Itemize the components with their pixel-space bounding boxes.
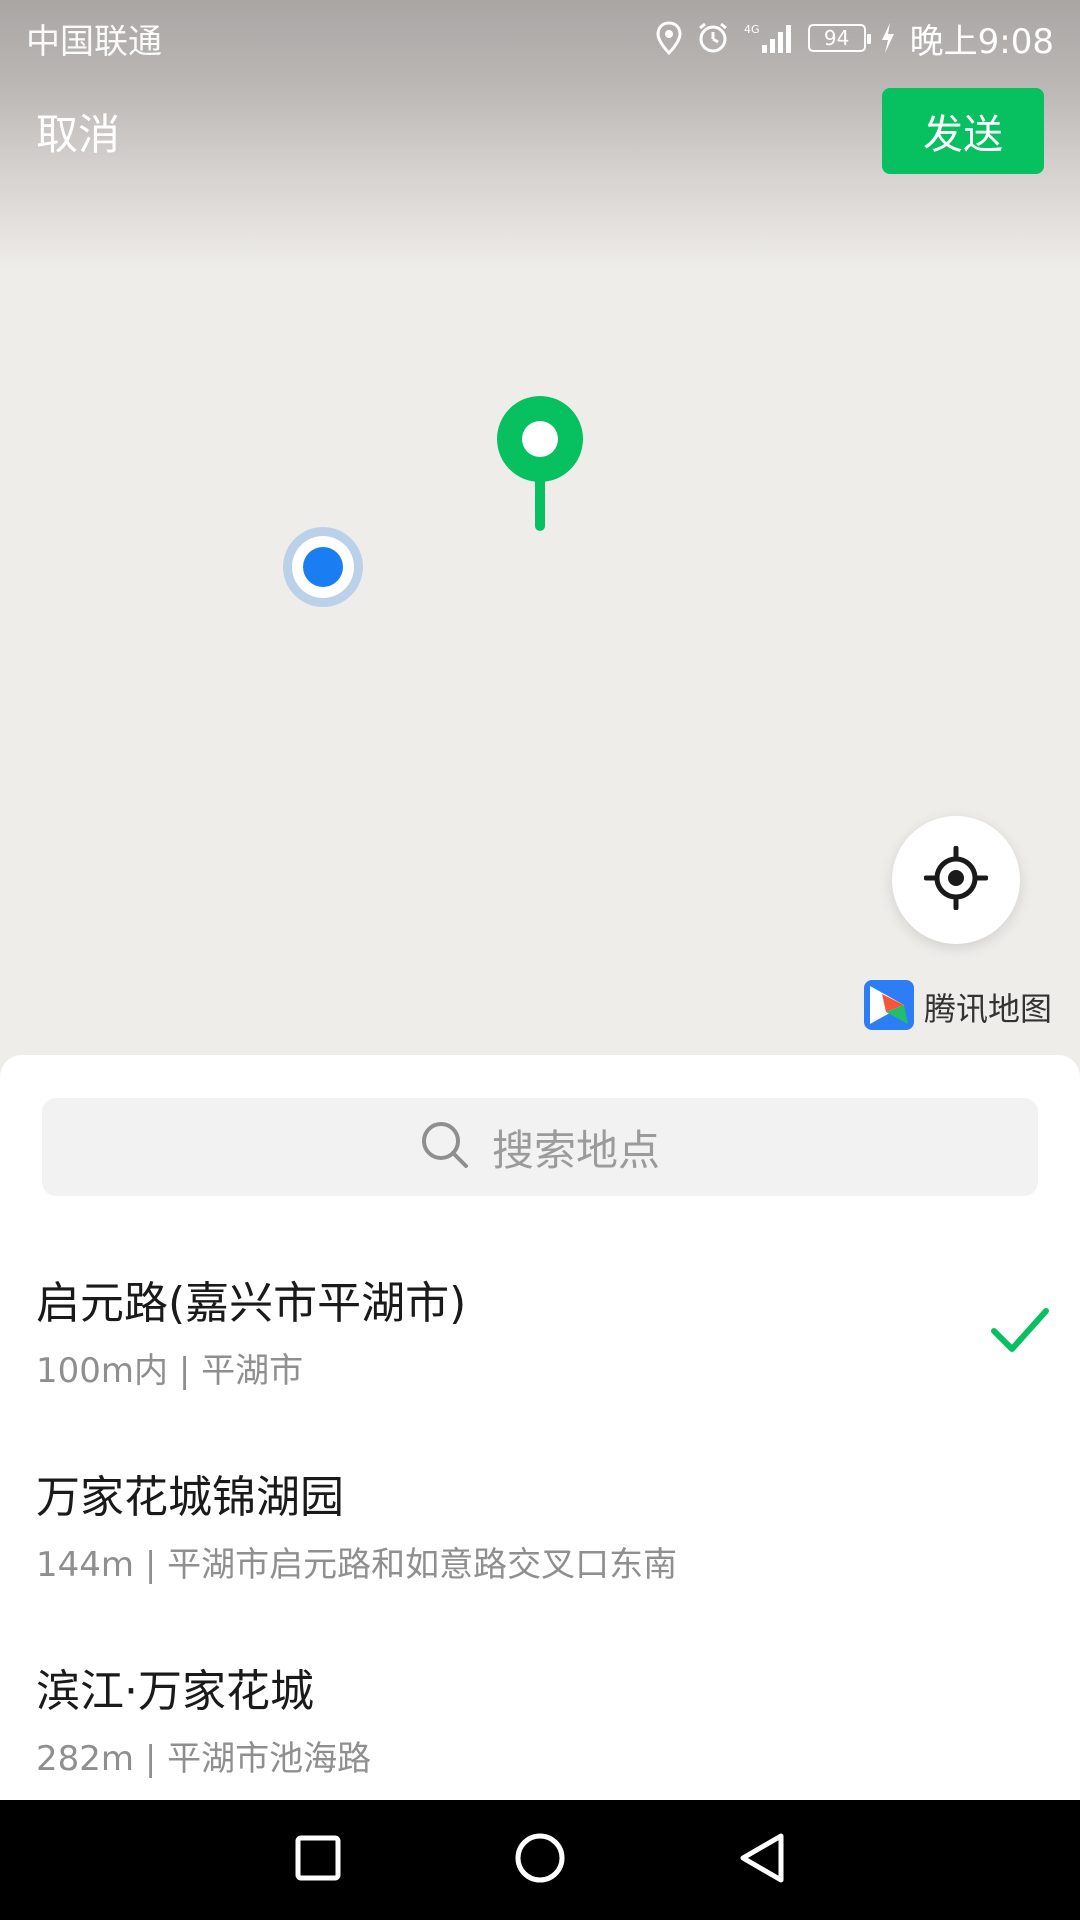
- screen: 腾讯地图 中国联通 4G 94 晚上9:08 取消 发送 搜索地点 启元路(嘉兴…: [0, 0, 1080, 1920]
- my-location-dot-icon: [282, 526, 364, 608]
- map-logo-text: 腾讯地图: [924, 990, 1053, 1028]
- network-type: 4G: [744, 23, 760, 36]
- place-name: 万家花城锦湖园: [36, 1472, 344, 1523]
- battery-level: 94: [823, 26, 850, 50]
- selected-check-icon: [990, 1305, 1050, 1359]
- search-placeholder: 搜索地点: [491, 1125, 660, 1175]
- place-detail: 100m内 | 平湖市: [36, 1351, 304, 1391]
- clock-time: 晚上9:08: [909, 21, 1054, 62]
- tencent-maps-logo-icon: [864, 980, 914, 1034]
- place-detail: 144m | 平湖市启元路和如意路交叉口东南: [36, 1545, 678, 1585]
- recents-button[interactable]: [286, 1828, 350, 1892]
- places-list: 启元路(嘉兴市平湖市) 100m内 | 平湖市 万家花城锦湖园 144m | 平…: [0, 1245, 1080, 1827]
- location-status-icon: [656, 21, 682, 55]
- place-name: 滨江·万家花城: [36, 1666, 314, 1717]
- map-provider-logo: 腾讯地图: [864, 980, 1052, 1034]
- place-name: 启元路(嘉兴市平湖市): [36, 1278, 467, 1329]
- status-icons: 4G 94 晚上9:08: [656, 14, 1054, 63]
- locate-me-icon: [923, 845, 989, 914]
- status-bar: 中国联通 4G 94 晚上9:08: [0, 0, 1080, 76]
- place-item[interactable]: 万家花城锦湖园 144m | 平湖市启元路和如意路交叉口东南: [0, 1439, 1080, 1633]
- places-sheet: 搜索地点 启元路(嘉兴市平湖市) 100m内 | 平湖市 万家花城锦湖园 144…: [0, 1055, 1080, 1800]
- back-button[interactable]: [730, 1828, 794, 1892]
- carrier-name: 中国联通: [26, 21, 162, 62]
- signal-icon: 4G: [744, 21, 794, 55]
- location-pin-icon: [496, 395, 584, 537]
- alarm-icon: [696, 21, 730, 55]
- search-icon: [420, 1120, 470, 1174]
- locate-me-button[interactable]: [892, 816, 1020, 944]
- search-bar[interactable]: 搜索地点: [42, 1098, 1038, 1196]
- battery-icon: 94: [807, 24, 871, 52]
- place-item[interactable]: 滨江·万家花城 282m | 平湖市池海路: [0, 1633, 1080, 1827]
- header-bar: 取消 发送: [0, 86, 1080, 176]
- back-triangle-icon: [737, 1832, 787, 1888]
- place-item[interactable]: 启元路(嘉兴市平湖市) 100m内 | 平湖市: [0, 1245, 1080, 1439]
- place-detail: 282m | 平湖市池海路: [36, 1739, 372, 1779]
- cancel-button[interactable]: 取消: [36, 101, 120, 162]
- home-button[interactable]: [508, 1828, 572, 1892]
- home-circle-icon: [514, 1832, 566, 1888]
- charging-icon: [880, 23, 896, 53]
- recents-square-icon: [294, 1834, 342, 1886]
- send-button[interactable]: 发送: [882, 88, 1044, 174]
- system-nav-bar: [0, 1800, 1080, 1920]
